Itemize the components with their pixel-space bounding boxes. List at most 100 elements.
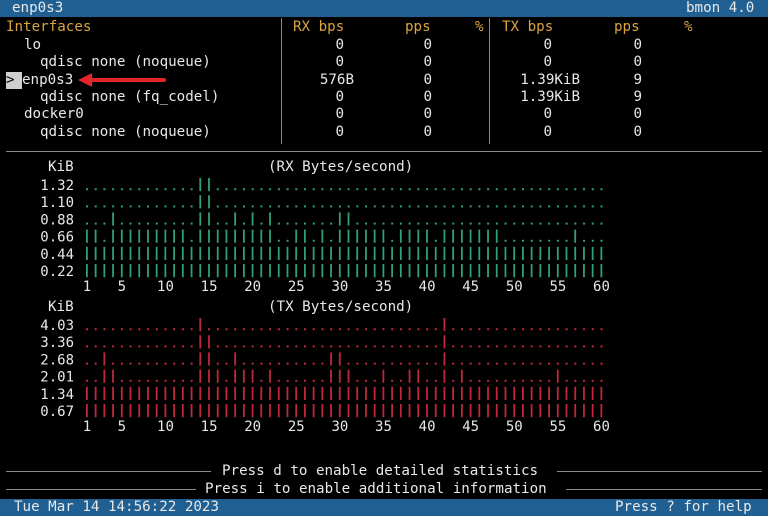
tx-y-tick: 3.36 <box>40 335 74 351</box>
tx-bar <box>391 328 394 418</box>
tx-bar <box>539 328 542 418</box>
selection-cursor: > <box>6 72 22 89</box>
app-title: bmon 4.0 <box>686 0 755 16</box>
tx-bar <box>286 328 289 418</box>
tx-x-tick: 50 <box>506 419 523 435</box>
tx-bar <box>469 328 472 418</box>
tx-bar <box>129 328 132 418</box>
rx-bps-value: 576B <box>319 72 354 88</box>
rx-bps-value: 0 <box>335 37 344 53</box>
tx-bps-value: 0 <box>543 106 552 122</box>
rx-bar <box>147 188 150 278</box>
tx-bar <box>365 328 368 418</box>
tx-bar <box>251 328 254 418</box>
rx-bar <box>138 188 141 278</box>
tx-bar <box>103 328 106 418</box>
rx-bar <box>216 188 219 278</box>
tx-y-tick: 1.34 <box>40 387 74 403</box>
rx-bar <box>120 188 123 278</box>
rx-bar <box>304 188 306 278</box>
tx-bar <box>173 328 176 418</box>
tx-x-tick: 10 <box>157 419 174 435</box>
interface-name: docker0 <box>24 106 84 122</box>
tx-bar <box>530 328 533 418</box>
rx-pps-value: 0 <box>423 72 432 88</box>
tx-x-tick: 45 <box>462 419 479 435</box>
tx-x-tick: 5 <box>118 419 126 435</box>
tx-pps-value: 0 <box>633 37 642 53</box>
rx-bar <box>591 188 594 278</box>
tx-bps-value: 0 <box>543 37 552 53</box>
tx-bar <box>147 328 150 418</box>
rx-bar <box>94 188 97 278</box>
rx-bar <box>86 188 88 278</box>
tx-bar <box>155 328 158 418</box>
rx-bar <box>277 188 280 278</box>
rx-bar <box>574 188 577 278</box>
tx-bar <box>199 318 202 418</box>
tx-bar <box>321 328 324 418</box>
rx-chart-svg: 1.321.100.880.660.440.221 5 10 15 20 25 30 35 40… <box>40 178 610 295</box>
rx-bar <box>504 188 507 278</box>
rx-bar <box>513 188 516 278</box>
rx-bar <box>522 188 524 278</box>
hint-additional-info: Press i to enable additional information <box>205 481 547 497</box>
tx-bar <box>94 328 97 418</box>
rx-bar <box>373 188 376 278</box>
interface-title: enp0s3 <box>12 0 64 16</box>
tx-bps-value: 1.39KiB <box>520 89 580 105</box>
tx-bar <box>513 328 516 418</box>
tx-bar <box>460 328 463 418</box>
tx-bar <box>574 328 577 418</box>
rx-bar <box>399 188 402 278</box>
tx-bar <box>330 328 333 418</box>
rx-bar <box>338 188 341 278</box>
tx-bar <box>565 328 568 418</box>
tx-x-tick: 35 <box>375 419 392 435</box>
tx-x-tick: 40 <box>419 419 436 435</box>
rx-y-tick: 1.10 <box>40 195 74 211</box>
tx-x-tick: 25 <box>288 419 305 435</box>
tx-bar <box>426 328 429 418</box>
rx-bar <box>321 188 324 278</box>
rx-bar <box>417 188 420 278</box>
rx-bar <box>129 188 132 278</box>
rx-bar <box>173 188 176 278</box>
rx-bar <box>452 188 455 278</box>
tx-x-tick: 20 <box>244 419 261 435</box>
rx-y-tick: 0.44 <box>40 247 74 263</box>
tx-bar <box>112 328 115 418</box>
tx-bar <box>487 328 490 418</box>
tx-x-tick: 30 <box>331 419 348 435</box>
tx-bar <box>417 328 420 418</box>
tx-bar <box>548 328 551 418</box>
section-divider <box>6 151 762 152</box>
tx-bar <box>583 328 586 418</box>
rx-bar <box>495 188 498 278</box>
rx-pps-value: 0 <box>423 54 432 70</box>
rx-bar <box>408 188 411 278</box>
rx-x-tick: 25 <box>288 279 305 295</box>
rx-x-tick: 60 <box>593 279 610 295</box>
tx-bar <box>277 328 280 418</box>
tx-bar <box>556 328 559 418</box>
header-tx-bps: TX bps <box>502 19 554 35</box>
tx-x-tick: 15 <box>201 419 218 435</box>
header-rx-pct: % <box>475 19 484 35</box>
rx-x-tick: 15 <box>201 279 218 295</box>
interface-name: qdisc none (noqueue) <box>40 124 211 140</box>
tx-bar <box>338 328 341 418</box>
rx-bar <box>251 188 254 278</box>
rx-y-tick: 0.66 <box>40 230 74 246</box>
rx-x-tick: 5 <box>118 279 126 295</box>
tx-bar <box>434 328 437 418</box>
rx-bar <box>530 188 533 278</box>
tx-ylabel: KiB <box>48 299 74 315</box>
rx-bar <box>539 188 542 278</box>
rx-bar <box>382 188 385 278</box>
tx-chart-svg: 4.033.362.682.011.340.671 5 10 15 20 25 30 35 40… <box>40 318 610 435</box>
rx-y-tick: 1.32 <box>40 178 74 194</box>
rx-x-tick: 50 <box>506 279 523 295</box>
column-divider-tx <box>489 18 490 144</box>
tx-bar <box>382 328 385 418</box>
